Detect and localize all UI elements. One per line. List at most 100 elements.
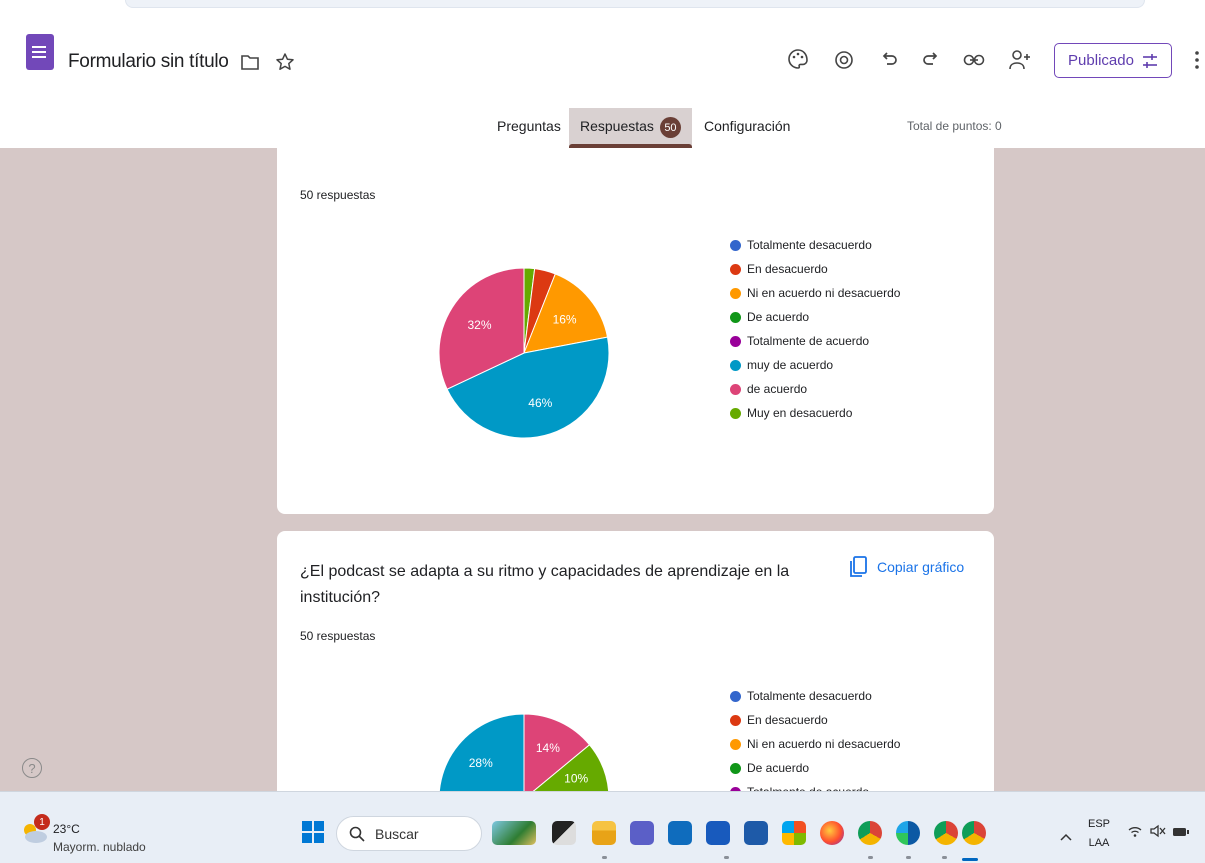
legend-swatch xyxy=(730,359,741,371)
firefox-icon[interactable] xyxy=(820,821,844,845)
published-label: Publicado xyxy=(1068,52,1134,69)
chart-legend-1: Totalmente desacuerdo En desacuerdo Ni en … xyxy=(730,233,900,425)
preview-icon[interactable] xyxy=(832,48,856,72)
teams-icon[interactable] xyxy=(630,821,654,845)
undo-icon[interactable] xyxy=(877,48,901,72)
language-indicator-bottom[interactable]: LAA xyxy=(1087,837,1111,849)
legend-item: Muy en desacuerdo xyxy=(730,401,900,425)
add-collaborator-icon[interactable] xyxy=(1007,47,1033,73)
legend-swatch xyxy=(730,714,741,726)
more-vert-icon[interactable] xyxy=(1192,48,1202,72)
legend-swatch xyxy=(730,383,741,395)
pie-slice xyxy=(438,713,525,791)
taskbar-indicator xyxy=(868,856,873,859)
response-card-2: ¿El podcast se adapta a su ritmo y capac… xyxy=(277,531,994,791)
tab-bar: Preguntas Respuestas 50 Configuración Tot… xyxy=(0,108,1205,148)
palette-icon[interactable] xyxy=(786,47,810,71)
tab-questions[interactable]: Preguntas xyxy=(497,118,561,134)
chrome-active-icon[interactable] xyxy=(962,821,986,845)
tab-responses[interactable]: Respuestas 50 xyxy=(580,117,681,138)
legend-label: Totalmente de acuerdo xyxy=(747,334,870,348)
volume-muted-icon[interactable] xyxy=(1150,824,1166,843)
legend-item: de acuerdo xyxy=(730,377,900,401)
pie-chart-1: 16% 46% 32% xyxy=(438,267,610,439)
legend-swatch xyxy=(730,311,741,323)
legend-label: De acuerdo xyxy=(747,761,810,775)
legend-swatch xyxy=(730,690,741,702)
taskbar-indicator xyxy=(942,856,947,859)
battery-icon[interactable] xyxy=(1172,825,1190,843)
taskbar-search[interactable]: Buscar xyxy=(336,816,482,851)
file-explorer-icon[interactable] xyxy=(592,821,616,845)
legend-label: muy de acuerdo xyxy=(747,358,834,372)
response-card-1: 50 respuestas 16% 46% 32% Totalmente desac… xyxy=(277,148,994,514)
search-icon xyxy=(349,826,365,842)
outlook-icon[interactable] xyxy=(668,821,692,845)
windows-start-icon[interactable] xyxy=(302,821,324,843)
question-title: ¿El podcast se adapta a su ritmo y capac… xyxy=(300,563,790,606)
legend-label: En desacuerdo xyxy=(747,262,828,276)
language-indicator-top[interactable]: ESP xyxy=(1087,818,1111,830)
legend-item: Ni en acuerdo ni desacuerdo xyxy=(730,732,900,756)
taskbar-active-indicator xyxy=(962,858,978,861)
slice-label: 46% xyxy=(528,396,552,410)
browser-top-strip xyxy=(0,0,1205,14)
tune-icon xyxy=(1142,53,1157,68)
copy-chart-button[interactable]: Copiar gráfico xyxy=(849,556,964,578)
slice-label: 32% xyxy=(467,318,491,332)
windows-taskbar: 1 23°C Mayorm. nublado Buscar ESP LAA xyxy=(0,791,1205,863)
microsoft-365-icon[interactable] xyxy=(782,821,806,845)
edge-icon[interactable] xyxy=(896,821,920,845)
legend-label: Ni en acuerdo ni desacuerdo xyxy=(747,286,901,300)
total-points: Total de puntos: 0 xyxy=(907,119,1002,133)
slice-label: 10% xyxy=(564,771,588,785)
taskbar-indicator xyxy=(602,856,607,859)
legend-swatch xyxy=(730,738,741,750)
address-bar-edge[interactable] xyxy=(125,0,1145,8)
legend-item: Totalmente desacuerdo xyxy=(730,684,900,708)
form-title[interactable]: Formulario sin título xyxy=(68,51,229,73)
responses-count-badge: 50 xyxy=(659,117,681,138)
link-icon[interactable] xyxy=(962,48,986,72)
legend-item: De acuerdo xyxy=(730,305,900,329)
tab-settings[interactable]: Configuración xyxy=(704,118,790,134)
legend-label: De acuerdo xyxy=(747,310,810,324)
chart-legend-2: Totalmente desacuerdo En desacuerdo Ni en … xyxy=(730,684,900,791)
response-count: 50 respuestas xyxy=(300,188,376,202)
copy-icon xyxy=(850,556,867,577)
tray-chevron-icon[interactable] xyxy=(1060,828,1072,846)
folder-icon[interactable] xyxy=(240,52,260,72)
taskbar-indicator xyxy=(906,856,911,859)
legend-item: En desacuerdo xyxy=(730,708,900,732)
forms-header: Formulario sin título Publicado xyxy=(0,14,1205,108)
taskbar-indicator xyxy=(724,856,729,859)
forms-logo-icon[interactable] xyxy=(26,34,54,70)
chrome-profile-icon[interactable] xyxy=(934,821,958,845)
published-button[interactable]: Publicado xyxy=(1054,43,1172,78)
pie-chart-2: 14% 10% 28% xyxy=(438,713,610,791)
slice-label: 28% xyxy=(469,756,493,770)
legend-item: muy de acuerdo xyxy=(730,353,900,377)
legend-swatch xyxy=(730,287,741,299)
legend-label: En desacuerdo xyxy=(747,713,828,727)
task-view-icon[interactable] xyxy=(552,821,576,845)
legend-swatch xyxy=(730,335,741,347)
legend-item: Ni en acuerdo ni desacuerdo xyxy=(730,281,900,305)
legend-label: Muy en desacuerdo xyxy=(747,406,853,420)
legend-swatch xyxy=(730,239,741,251)
help-icon[interactable]: ? xyxy=(22,758,42,778)
weather-description: Mayorm. nublado xyxy=(53,840,146,854)
tab-responses-label: Respuestas xyxy=(580,118,654,135)
star-icon[interactable] xyxy=(274,51,296,73)
responses-content[interactable]: 50 respuestas 16% 46% 32% Totalmente desac… xyxy=(0,148,1205,791)
wifi-icon[interactable] xyxy=(1128,825,1142,843)
legend-item: Totalmente de acuerdo xyxy=(730,780,900,791)
word-icon[interactable] xyxy=(706,821,730,845)
copy-chart-label: Copiar gráfico xyxy=(877,559,965,575)
store-icon[interactable] xyxy=(744,821,768,845)
chrome-icon[interactable] xyxy=(858,821,882,845)
slice-label: 14% xyxy=(536,741,560,755)
widgets-news-icon[interactable] xyxy=(492,821,536,845)
redo-icon[interactable] xyxy=(919,48,943,72)
legend-swatch xyxy=(730,762,741,774)
